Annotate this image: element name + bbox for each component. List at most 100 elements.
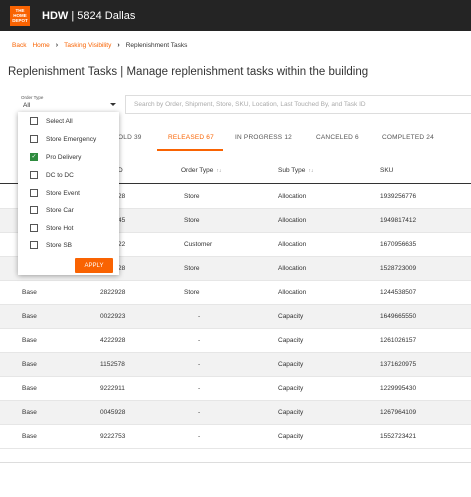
chevron-right-icon: › bbox=[117, 42, 120, 49]
cell-type: Base bbox=[22, 361, 37, 368]
cell-sku: 1670956635 bbox=[380, 241, 417, 248]
column-label: Sub Type bbox=[278, 167, 306, 174]
cell-sub-type: Capacity bbox=[278, 433, 304, 440]
cell-type: Base bbox=[22, 337, 37, 344]
cell-id: 22 bbox=[118, 241, 126, 248]
store-name: 5824 Dallas bbox=[77, 9, 136, 22]
tab-completed[interactable]: COMPLETED 24 bbox=[382, 134, 434, 141]
home-depot-logo-icon[interactable]: THE HOME DEPOT bbox=[10, 5, 30, 26]
cell-order-type: Customer bbox=[184, 241, 213, 248]
app-title: HDW | 5824 Dallas bbox=[42, 10, 135, 22]
cell-order-type: - bbox=[198, 361, 201, 368]
table-row[interactable]: Base 9222753 - Capacity 1552723421 bbox=[0, 425, 471, 449]
checkbox-icon[interactable] bbox=[30, 189, 38, 197]
search-input[interactable]: Search by Order, Shipment, Store, SKU, L… bbox=[125, 95, 471, 114]
apply-button[interactable]: APPLY bbox=[75, 258, 113, 273]
option-label: Store Emergency bbox=[46, 135, 97, 143]
option-label: Pro Delivery bbox=[46, 153, 82, 161]
tab-hold[interactable]: OLD 39 bbox=[118, 134, 142, 141]
table-row[interactable]: Base 9222911 - Capacity 1229995430 bbox=[0, 377, 471, 401]
option-label: Store Car bbox=[46, 206, 74, 214]
cell-order-type: - bbox=[198, 433, 201, 440]
brand-name: HDW bbox=[42, 9, 69, 22]
column-header-sku[interactable]: SKU bbox=[380, 167, 393, 174]
table-row[interactable]: Base 0022923 - Capacity 1649665550 bbox=[0, 305, 471, 329]
cell-sub-type: Allocation bbox=[278, 265, 307, 272]
table-footer-divider bbox=[0, 462, 471, 463]
caret-down-icon[interactable] bbox=[110, 103, 116, 106]
checkbox-icon[interactable] bbox=[30, 117, 38, 125]
cell-type: Base bbox=[22, 385, 37, 392]
logo-text: THE HOME DEPOT bbox=[12, 8, 28, 23]
table-row[interactable]: Base 4222928 - Capacity 1261026157 bbox=[0, 329, 471, 353]
cell-type: Base bbox=[22, 313, 37, 320]
table-row[interactable]: Base 0045928 - Capacity 1267964109 bbox=[0, 401, 471, 425]
column-header-sub-type[interactable]: Sub Type ↑↓ bbox=[278, 167, 313, 174]
checkbox-icon[interactable] bbox=[30, 241, 38, 249]
cell-sku: 1261026157 bbox=[380, 337, 417, 344]
column-header-order-type[interactable]: Order Type ↑↓ bbox=[181, 167, 221, 174]
checkbox-icon[interactable] bbox=[30, 171, 38, 179]
table-row[interactable]: Base 2822928 Store Allocation 1244538507 bbox=[0, 281, 471, 305]
option-store-sb[interactable]: Store SB bbox=[30, 241, 72, 249]
option-dc-to-dc[interactable]: DC to DC bbox=[30, 171, 74, 179]
cell-sku: 1528723009 bbox=[380, 265, 417, 272]
checkbox-icon[interactable] bbox=[30, 224, 38, 232]
cell-sku: 1229995430 bbox=[380, 385, 417, 392]
cell-sku: 1552723421 bbox=[380, 433, 417, 440]
tab-released[interactable]: RELEASED 67 bbox=[168, 134, 214, 141]
breadcrumb-back[interactable]: Back bbox=[12, 42, 26, 49]
checkbox-checked-icon[interactable]: ✓ bbox=[30, 153, 38, 161]
top-bar: THE HOME DEPOT HDW | 5824 Dallas bbox=[0, 0, 471, 31]
cell-type: Base bbox=[22, 433, 37, 440]
cell-type: Base bbox=[22, 409, 37, 416]
option-pro-delivery[interactable]: ✓ Pro Delivery bbox=[30, 153, 81, 161]
cell-sub-type: Allocation bbox=[278, 217, 307, 224]
active-tab-indicator bbox=[157, 149, 223, 151]
option-label: Store Hot bbox=[46, 224, 74, 232]
cell-sub-type: Capacity bbox=[278, 337, 304, 344]
tab-in-progress[interactable]: IN PROGRESS 12 bbox=[235, 134, 292, 141]
sort-icon[interactable]: ↑↓ bbox=[216, 168, 221, 174]
breadcrumb-home[interactable]: Home bbox=[32, 42, 49, 49]
order-type-select[interactable]: Order Type All bbox=[18, 95, 119, 113]
breadcrumb-tasking-visibility[interactable]: Tasking Visibility bbox=[64, 42, 111, 49]
breadcrumb-current: Replenishment Tasks bbox=[125, 42, 188, 49]
cell-sub-type: Allocation bbox=[278, 289, 307, 296]
sort-icon[interactable]: ↑↓ bbox=[308, 168, 313, 174]
checkbox-icon[interactable] bbox=[30, 206, 38, 214]
cell-sku: 1244538507 bbox=[380, 289, 417, 296]
cell-sub-type: Allocation bbox=[278, 193, 307, 200]
cell-sub-type: Capacity bbox=[278, 409, 304, 416]
cell-id: 0022923 bbox=[100, 313, 126, 320]
cell-sku: 1371620975 bbox=[380, 361, 417, 368]
cell-order-type: Store bbox=[184, 265, 200, 272]
chevron-right-icon: › bbox=[55, 42, 59, 49]
cell-order-type: - bbox=[198, 337, 201, 344]
cell-sku: 1649665550 bbox=[380, 313, 417, 320]
cell-order-type: Store bbox=[184, 193, 200, 200]
cell-order-type: Store bbox=[184, 289, 200, 296]
cell-id: 4222928 bbox=[100, 337, 126, 344]
checkbox-icon[interactable] bbox=[30, 135, 38, 143]
option-label: DC to DC bbox=[46, 171, 74, 179]
option-store-car[interactable]: Store Car bbox=[30, 206, 74, 214]
option-store-hot[interactable]: Store Hot bbox=[30, 224, 73, 232]
order-type-label: Order Type bbox=[21, 95, 44, 100]
option-store-event[interactable]: Store Event bbox=[30, 189, 80, 197]
option-store-emergency[interactable]: Store Emergency bbox=[30, 135, 96, 143]
tab-canceled[interactable]: CANCELED 6 bbox=[316, 134, 359, 141]
cell-order-type: - bbox=[198, 385, 201, 392]
cell-sub-type: Capacity bbox=[278, 361, 304, 368]
option-label: Store Event bbox=[46, 189, 80, 197]
order-type-value: All bbox=[23, 102, 31, 109]
cell-sub-type: Capacity bbox=[278, 313, 304, 320]
cell-order-type: - bbox=[198, 313, 201, 320]
title-separator: | bbox=[71, 9, 75, 22]
option-select-all[interactable]: Select All bbox=[30, 117, 73, 125]
breadcrumb: Back Home › Tasking Visibility › Repleni… bbox=[12, 42, 187, 49]
cell-id: 9222753 bbox=[100, 433, 126, 440]
cell-sku: 1939256776 bbox=[380, 193, 417, 200]
table-row[interactable]: Base 1152578 - Capacity 1371620975 bbox=[0, 353, 471, 377]
cell-sku: 1267964109 bbox=[380, 409, 417, 416]
